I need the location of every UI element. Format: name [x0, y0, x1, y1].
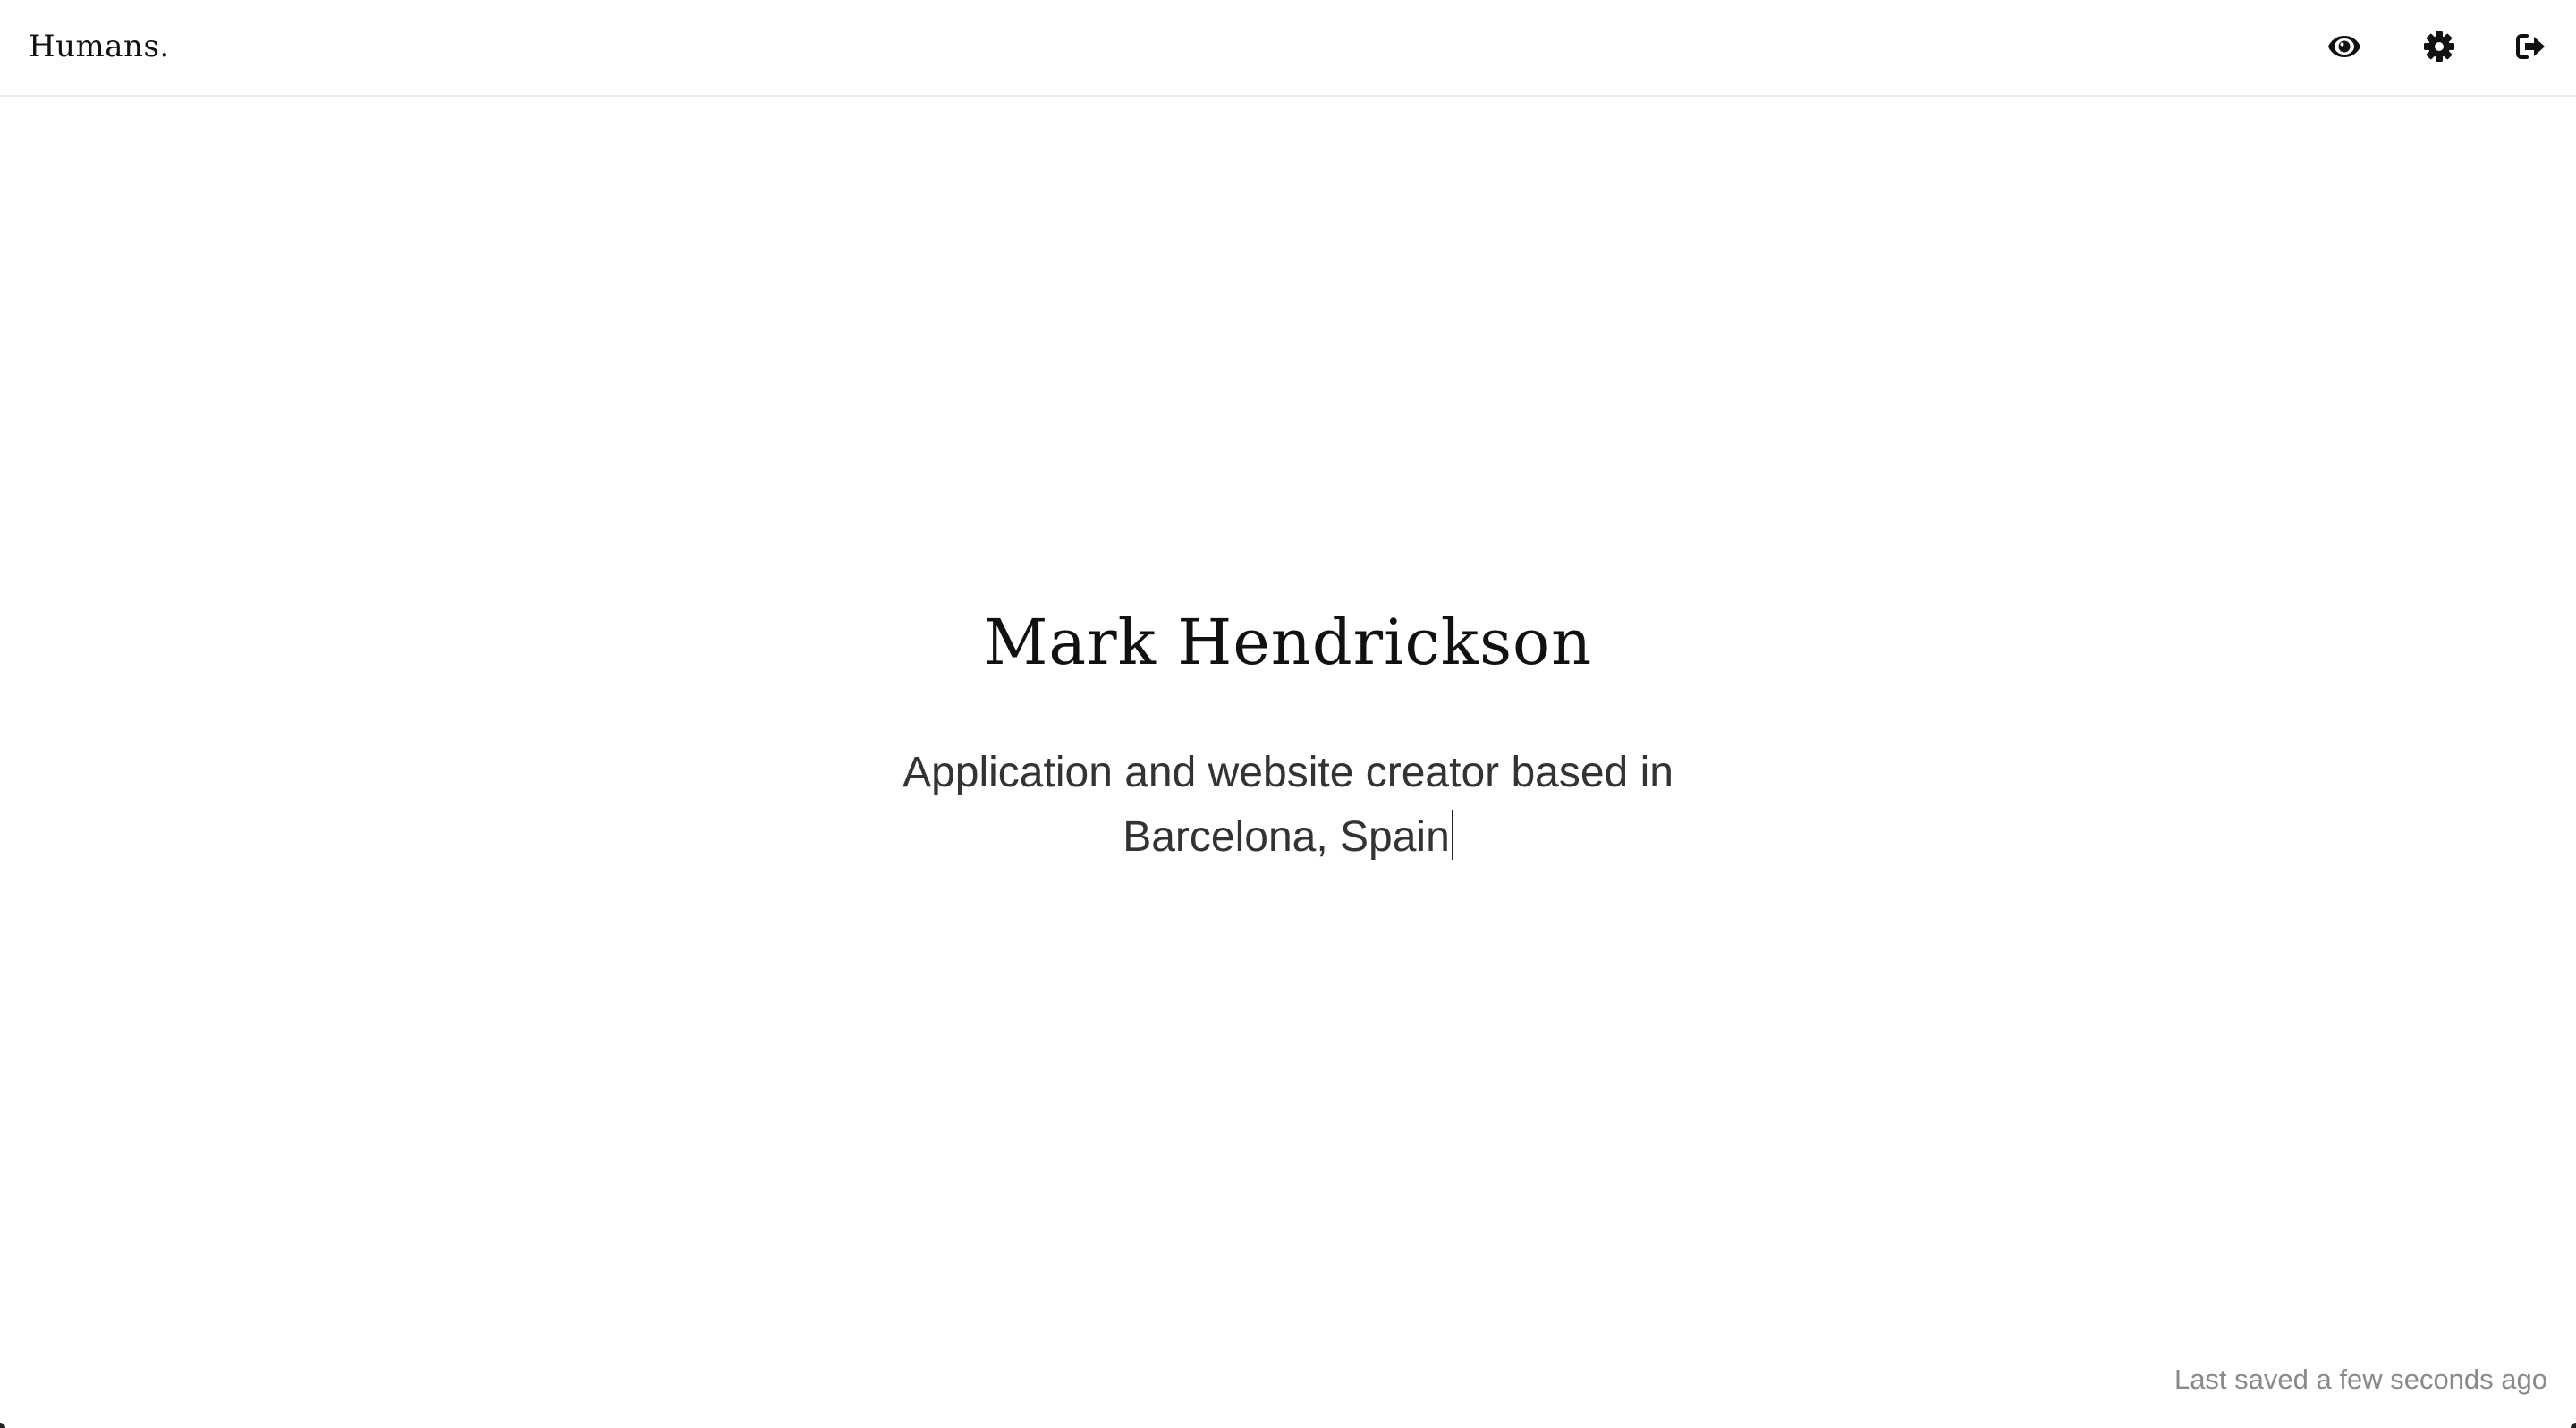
text-cursor — [1451, 810, 1453, 860]
profile-name-field[interactable]: Mark Hendrickson — [0, 598, 2576, 687]
window-corner — [2571, 1423, 2576, 1428]
save-status: Last saved a few seconds ago — [2174, 1364, 2547, 1395]
app-logo[interactable]: Humans. — [29, 21, 170, 72]
app-window: Humans. Mark Hendrickson Application and… — [0, 0, 2576, 1428]
profile-editor: Mark Hendrickson Application and website… — [0, 0, 2576, 1428]
logout-button[interactable] — [2504, 20, 2558, 73]
settings-button[interactable] — [2412, 20, 2466, 73]
top-bar: Humans. — [0, 0, 2576, 97]
bio-line: Barcelona, Spain — [859, 805, 1717, 870]
bio-line-text: Barcelona, Spain — [1123, 813, 1450, 861]
preview-button[interactable] — [2318, 20, 2371, 73]
sign-out-icon — [2516, 33, 2546, 60]
bio-line: Application and website creator based in — [902, 749, 1674, 796]
eye-icon — [2327, 34, 2361, 59]
gear-icon — [2424, 31, 2454, 62]
profile-bio-field[interactable]: Application and website creator based in… — [859, 741, 1717, 870]
window-corner — [0, 1423, 5, 1428]
